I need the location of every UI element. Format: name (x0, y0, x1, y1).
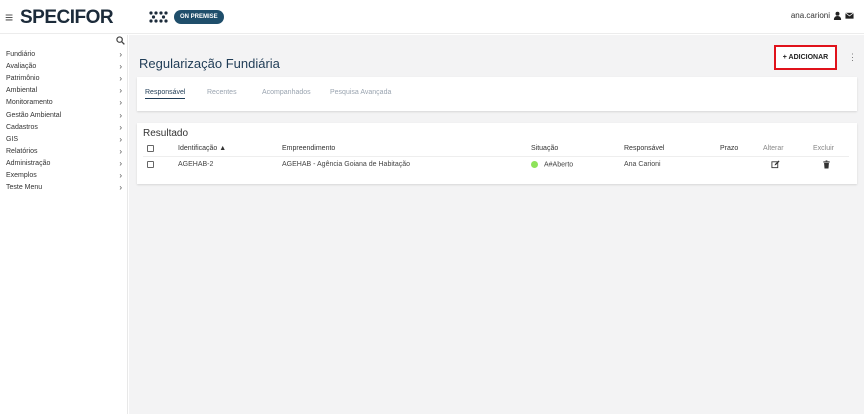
main-content: Regularização Fundiária + ADICIONAR ⋮ Re… (129, 35, 864, 414)
chevron-right-icon: › (119, 98, 122, 108)
chevron-right-icon: › (119, 86, 122, 96)
chevron-right-icon: › (119, 170, 122, 180)
chevron-right-icon: › (119, 74, 122, 84)
cell-situacao: A#Aberto (531, 161, 573, 168)
sidebar-item-administracao[interactable]: Administração › (6, 158, 126, 170)
chevron-right-icon: › (119, 50, 122, 60)
mail-icon[interactable] (845, 11, 854, 20)
column-header-prazo[interactable]: Prazo (720, 145, 738, 152)
sidebar-item-ambiental[interactable]: Ambiental › (6, 85, 126, 97)
sidebar-menu: Fundiário › Avaliação › Patrimônio › Ambien… (6, 49, 126, 194)
status-text: A#Aberto (544, 161, 574, 169)
tab-acompanhados[interactable]: Acompanhados (262, 89, 311, 96)
tab-recentes[interactable]: Recentes (207, 89, 237, 96)
hamburger-icon[interactable]: ≡ (5, 10, 13, 24)
top-bar: ≡ SPECIFOR ON PREMISE ana.carioni (0, 0, 864, 34)
status-dot-icon (531, 161, 538, 168)
user-name[interactable]: ana.carioni (791, 11, 830, 20)
cell-empreendimento[interactable]: AGEHAB - Agência Goiana de Habitação (282, 161, 410, 168)
sidebar-item-cadastros[interactable]: Cadastros › (6, 122, 126, 134)
edit-icon[interactable] (771, 160, 780, 169)
cell-responsavel: Ana Carioni (624, 161, 661, 168)
column-header-responsavel[interactable]: Responsável (624, 145, 664, 152)
header-divider (143, 156, 849, 157)
results-title: Resultado (143, 128, 189, 139)
more-options-icon[interactable]: ⋮ (848, 52, 857, 63)
sidebar-item-patrimonio[interactable]: Patrimônio › (6, 73, 126, 85)
chevron-right-icon: › (119, 110, 122, 120)
sidebar-item-gis[interactable]: GIS › (6, 134, 126, 146)
user-icon[interactable] (833, 11, 842, 20)
column-header-empreendimento[interactable]: Empreendimento (282, 145, 335, 152)
row-checkbox[interactable] (147, 161, 154, 168)
column-header-excluir: Excluir (813, 145, 835, 152)
search-icon[interactable] (116, 36, 125, 45)
sidebar-item-avaliacao[interactable]: Avaliação › (6, 61, 126, 73)
sidebar-item-gestao-ambiental[interactable]: Gestão Ambiental › (6, 109, 126, 121)
cell-identificacao[interactable]: AGEHAB-2 (178, 161, 213, 168)
select-all-checkbox[interactable] (147, 145, 154, 152)
tab-responsavel[interactable]: Responsável (145, 89, 186, 99)
tabs-card: Responsável Recentes Acompanhados Pesqui… (137, 77, 857, 111)
chevron-right-icon: › (119, 146, 122, 156)
chevron-right-icon: › (119, 183, 122, 193)
tab-pesquisa-avancada[interactable]: Pesquisa Avançada (330, 89, 391, 96)
logo-dots-icon (149, 11, 168, 23)
sidebar: Fundiário › Avaliação › Patrimônio › Ambien… (0, 35, 128, 414)
column-header-situacao[interactable]: Situação (531, 145, 558, 152)
sidebar-item-monitoramento[interactable]: Monitoramento › (6, 97, 126, 109)
results-card: Resultado Identificação ▲ Empreendimento… (137, 123, 857, 184)
chevron-right-icon: › (119, 134, 122, 144)
page-title: Regularização Fundiária (139, 56, 280, 71)
user-menu[interactable]: ana.carioni (791, 11, 854, 20)
chevron-right-icon: › (119, 158, 122, 168)
chevron-right-icon: › (119, 62, 122, 72)
sidebar-item-teste-menu[interactable]: Teste Menu › (6, 182, 126, 194)
chevron-right-icon: › (119, 122, 122, 132)
column-header-identificacao[interactable]: Identificação ▲ (178, 145, 226, 152)
logo[interactable]: SPECIFOR (20, 8, 114, 28)
trash-icon[interactable] (822, 160, 831, 169)
sidebar-item-relatorios[interactable]: Relatórios › (6, 146, 126, 158)
column-header-alterar: Alterar (763, 145, 784, 152)
add-button[interactable]: + ADICIONAR (774, 45, 837, 70)
on-premise-badge: ON PREMISE (174, 10, 224, 24)
sidebar-item-fundiario[interactable]: Fundiário › (6, 49, 126, 61)
sidebar-item-exemplos[interactable]: Exemplos › (6, 170, 126, 182)
